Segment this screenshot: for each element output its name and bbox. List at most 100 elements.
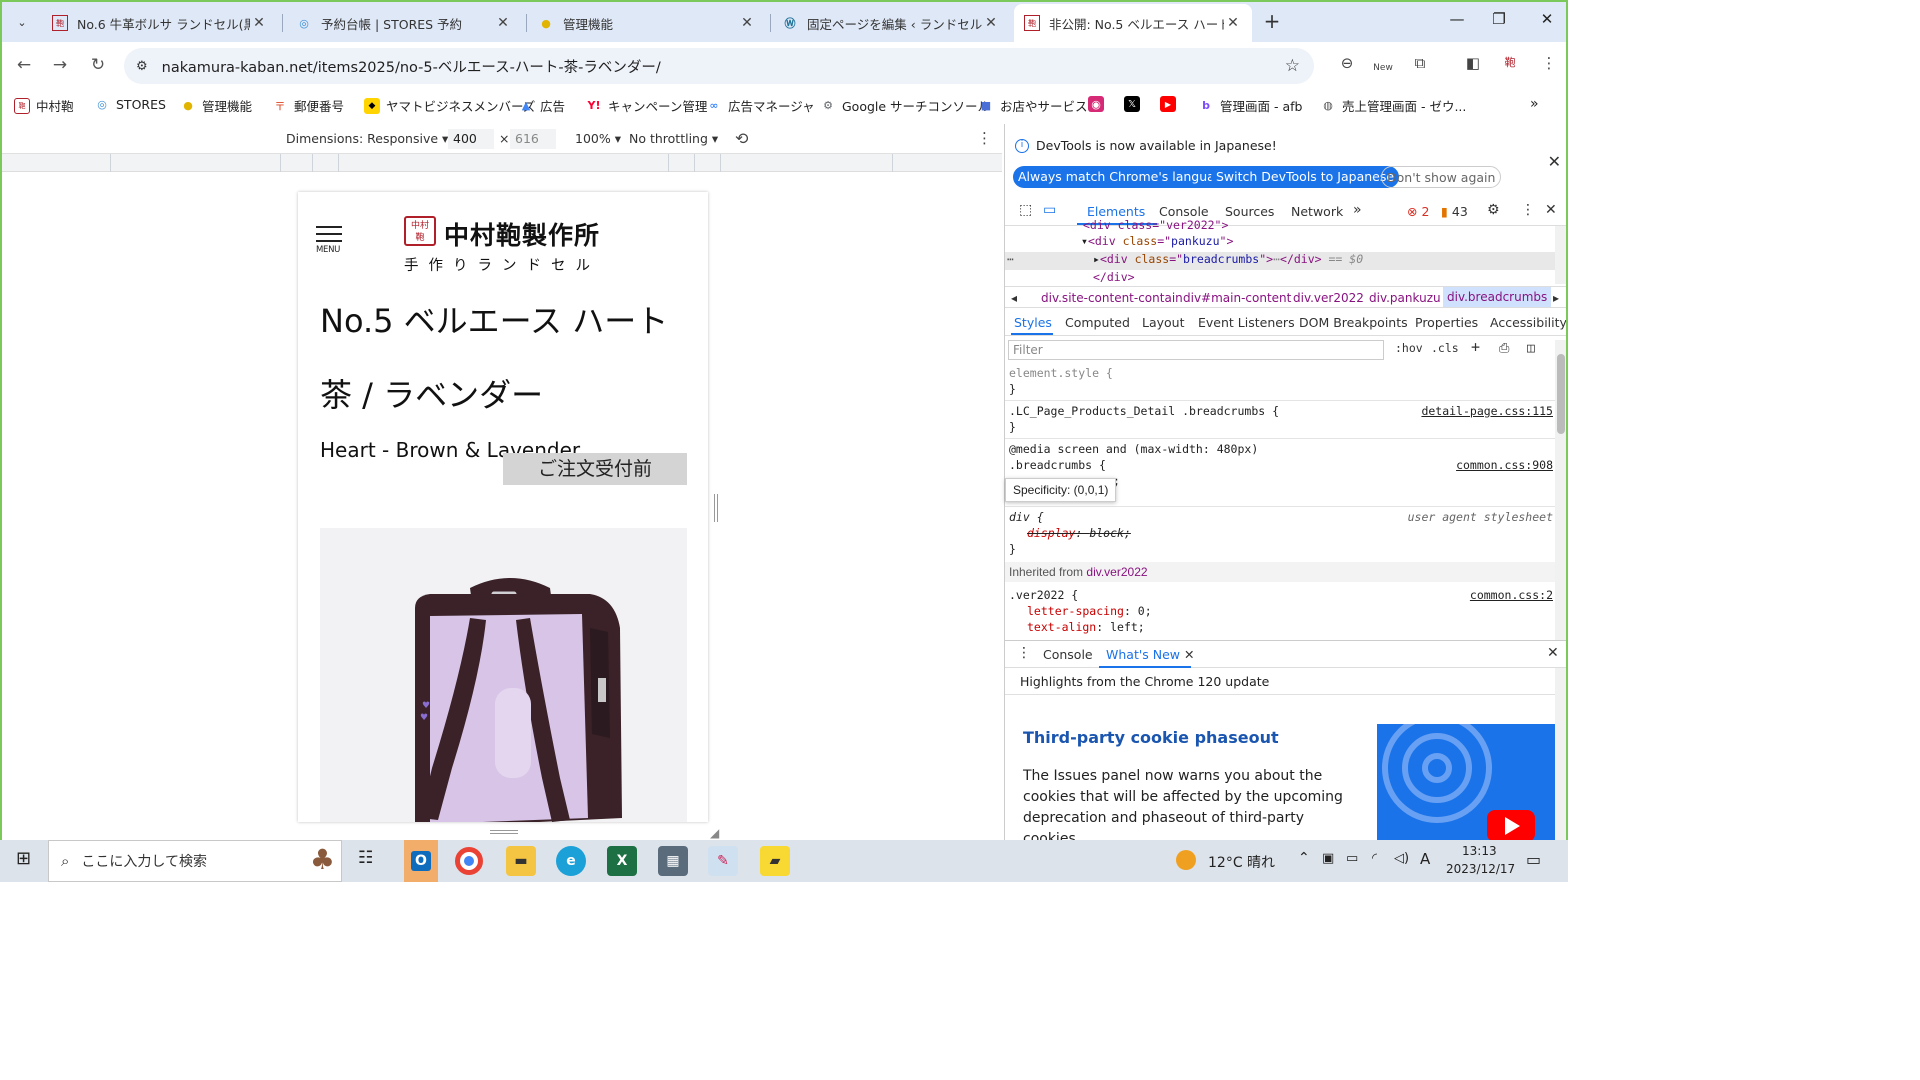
tab-2[interactable]: ◎ 予約台帳 | STORES 予約 ✕ bbox=[286, 4, 522, 42]
rule-declaration[interactable]: display: block; bbox=[1027, 526, 1131, 540]
more-tabs-icon[interactable]: » bbox=[1353, 202, 1362, 218]
taskbar-search[interactable]: ⌕ ここに入力して検索 ♣ bbox=[48, 840, 342, 882]
task-view-icon[interactable]: ☷ bbox=[358, 848, 373, 868]
bookmark-postal[interactable]: 〒郵便番号 bbox=[272, 96, 345, 115]
tab-search-button[interactable]: ⌄ bbox=[10, 10, 34, 34]
bookmark-ads[interactable]: ▲ 広告 bbox=[518, 96, 565, 115]
styles-filter-input[interactable]: Filter bbox=[1008, 340, 1384, 360]
bookmark-admin[interactable]: ● 管理機能 bbox=[180, 96, 252, 115]
whats-new-title[interactable]: Third-party cookie phaseout bbox=[1023, 728, 1279, 747]
chrome-app-icon[interactable] bbox=[455, 847, 483, 875]
drawer-tab-whats-new[interactable]: What's New ✕ bbox=[1106, 647, 1195, 662]
ime-indicator[interactable]: A bbox=[1420, 850, 1430, 868]
hover-state-toggle[interactable]: :hov bbox=[1395, 341, 1423, 355]
order-status-button[interactable]: ご注文受付前 bbox=[503, 453, 687, 485]
rule-declaration[interactable]: letter-spacing: 0; bbox=[1027, 604, 1152, 618]
dom-line-pankuzu[interactable]: ▾<div class="pankuzu"> bbox=[1081, 234, 1233, 248]
dom-scrollbar[interactable] bbox=[1555, 226, 1566, 284]
bookmarks-overflow-icon[interactable]: » bbox=[1530, 96, 1539, 112]
bookmark-instagram[interactable]: ◉ bbox=[1088, 96, 1110, 112]
crumb-item[interactable]: div.pankuzu bbox=[1369, 291, 1441, 305]
bookmark-campaign[interactable]: Y! キャンペーン管理 bbox=[586, 96, 708, 115]
dom-line-close[interactable]: </div> bbox=[1093, 270, 1135, 284]
zoom-dropdown[interactable]: 100% ▾ bbox=[575, 131, 621, 146]
close-devtools-icon[interactable]: ✕ bbox=[1545, 202, 1557, 218]
rule-source-link[interactable]: common.css:2 bbox=[1470, 588, 1553, 602]
height-input[interactable]: 616 bbox=[510, 129, 556, 149]
bookmark-nakamura[interactable]: 鞄中村鞄 bbox=[14, 96, 74, 115]
bookmark-afb[interactable]: b 管理画面 - afb bbox=[1198, 96, 1302, 115]
site-info-icon[interactable]: ⚙ bbox=[136, 59, 148, 74]
match-language-button[interactable]: Always match Chrome's language bbox=[1013, 166, 1236, 188]
drawer-tab-console[interactable]: Console bbox=[1043, 647, 1093, 662]
close-tab-icon[interactable]: ✕ bbox=[738, 15, 756, 31]
volume-icon[interactable]: ◁) bbox=[1394, 851, 1409, 866]
bookmark-yamato[interactable]: ◆ ヤマトビジネスメンバーズ bbox=[364, 96, 535, 115]
tab-dom-breakpoints[interactable]: DOM Breakpoints bbox=[1299, 315, 1408, 330]
clock-time[interactable]: 13:13 bbox=[1462, 844, 1497, 858]
viewport-resize-handle-right[interactable] bbox=[714, 494, 718, 522]
styles-scrollbar[interactable] bbox=[1555, 340, 1566, 640]
tab-3[interactable]: ● 管理機能 ✕ bbox=[528, 4, 766, 42]
close-banner-icon[interactable]: ✕ bbox=[1548, 152, 1561, 171]
class-toggle[interactable]: .cls bbox=[1431, 341, 1459, 355]
device-more-icon[interactable]: ⋮ bbox=[977, 129, 992, 147]
tab-styles[interactable]: Styles bbox=[1014, 315, 1052, 330]
rule-selector[interactable]: .breadcrumbs { bbox=[1009, 458, 1106, 472]
tab-properties[interactable]: Properties bbox=[1415, 315, 1478, 330]
computed-sidebar-icon[interactable]: ◫ bbox=[1527, 341, 1535, 356]
chrome-menu-icon[interactable]: ⋮ bbox=[1538, 54, 1560, 76]
close-tab-icon[interactable]: ✕ bbox=[1224, 15, 1242, 31]
close-window-button[interactable]: ✕ bbox=[1532, 10, 1562, 28]
viewport-resize-handle-bottom[interactable] bbox=[490, 830, 518, 834]
weather-text[interactable]: 12°C 晴れ bbox=[1208, 852, 1275, 872]
bookmark-ads-manager[interactable]: ∞ 広告マネージャ bbox=[706, 96, 814, 115]
forward-button[interactable]: → bbox=[50, 55, 70, 75]
dont-show-button[interactable]: Don't show again bbox=[1381, 166, 1502, 188]
rule-declaration[interactable]: text-align: left; bbox=[1027, 620, 1145, 634]
crumb-item[interactable]: div.site-content-contain bbox=[1041, 291, 1183, 305]
tab-network[interactable]: Network bbox=[1291, 204, 1343, 219]
new-tab-button[interactable]: + bbox=[1260, 10, 1284, 34]
rule-source-link[interactable]: common.css:908 bbox=[1456, 458, 1553, 472]
excel-app-icon[interactable]: X bbox=[607, 846, 637, 876]
tab-accessibility[interactable]: Accessibility bbox=[1490, 315, 1566, 330]
whats-new-scrollbar[interactable] bbox=[1555, 668, 1566, 842]
profile-avatar[interactable]: 鞄 bbox=[1499, 54, 1521, 76]
close-tab-icon[interactable]: ✕ bbox=[250, 15, 268, 31]
rotate-icon[interactable]: ⟲ bbox=[735, 129, 748, 148]
address-bar[interactable]: ⚙ nakamura-kaban.net/items2025/no-5-ベルエー… bbox=[124, 48, 1314, 84]
tab-sources[interactable]: Sources bbox=[1225, 204, 1274, 219]
close-drawer-tab-icon[interactable]: ✕ bbox=[1184, 647, 1194, 662]
notifications-icon[interactable]: ▭ bbox=[1526, 850, 1541, 869]
tab-1[interactable]: 鞄 No.6 牛革ボルサ ランドセル(黒) | ラ ✕ bbox=[42, 4, 278, 42]
crumb-scroll-left-icon[interactable]: ◂ bbox=[1011, 291, 1017, 305]
rule-selector[interactable]: .ver2022 { bbox=[1009, 588, 1078, 602]
close-drawer-icon[interactable]: ✕ bbox=[1547, 645, 1559, 661]
whats-new-video-thumbnail[interactable] bbox=[1377, 724, 1555, 842]
tab-4[interactable]: Ⓦ 固定ページを編集 ‹ ランドセル | 中 ✕ bbox=[772, 4, 1010, 42]
settings-gear-icon[interactable]: ⚙ bbox=[1487, 202, 1500, 218]
reload-button[interactable]: ↻ bbox=[88, 55, 108, 75]
dom-line-selected[interactable]: ⋯ ▸<div class="breadcrumbs">⋯</div> == $… bbox=[1005, 252, 1555, 270]
dimensions-dropdown[interactable]: Dimensions: Responsive ▾ bbox=[286, 131, 448, 146]
crumb-item-selected[interactable]: div.breadcrumbs bbox=[1443, 287, 1552, 307]
bookmark-x[interactable]: 𝕏 bbox=[1124, 96, 1146, 112]
rule-selector[interactable]: element.style { bbox=[1009, 366, 1113, 380]
bookmark-star-icon[interactable]: ☆ bbox=[1285, 56, 1300, 76]
drawer-menu-icon[interactable]: ⋮ bbox=[1017, 645, 1031, 661]
new-rule-icon[interactable]: + bbox=[1471, 338, 1480, 356]
back-button[interactable]: ← bbox=[14, 55, 34, 75]
tab-elements[interactable]: Elements bbox=[1087, 204, 1145, 219]
site-logo[interactable]: 中村鞄製作所 bbox=[444, 216, 600, 252]
extension-icon[interactable]: ⊖ bbox=[1336, 54, 1358, 76]
tab-event-listeners[interactable]: Event Listeners bbox=[1198, 315, 1295, 330]
media-query-ruler[interactable] bbox=[2, 154, 1002, 172]
outlook-app-icon[interactable]: O bbox=[404, 840, 438, 882]
paint-app-icon[interactable]: ✎ bbox=[708, 846, 738, 876]
dom-line[interactable]: <div class="ver2022"> bbox=[1083, 218, 1228, 232]
bookmark-youtube[interactable]: ▶ bbox=[1160, 96, 1182, 112]
bookmark-search-console[interactable]: ⚙ Google サーチコンソール bbox=[820, 96, 990, 115]
devtools-menu-icon[interactable]: ⋮ bbox=[1521, 202, 1535, 218]
paint-icon[interactable]: ⎙ bbox=[1499, 341, 1509, 356]
